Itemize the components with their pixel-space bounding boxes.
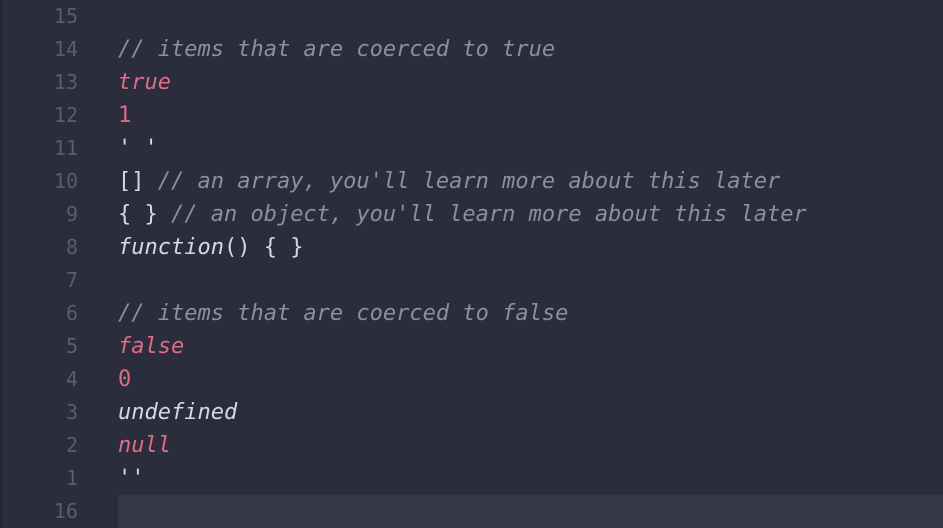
line-code[interactable]: '' (118, 462, 145, 495)
token-plain: () { } (223, 235, 304, 260)
line-code[interactable]: // items that are coerced to true (118, 33, 555, 66)
line-code[interactable]: [] // an array, you'll learn more about … (118, 165, 780, 198)
line-code[interactable]: undefined (118, 396, 237, 429)
line-number: 2 (65, 433, 78, 457)
line-number: 11 (53, 136, 78, 160)
token-str: ' ' (118, 136, 158, 161)
code-line[interactable]: 8 function() { } (0, 231, 943, 264)
token-plain: [] (118, 169, 158, 194)
line-number: 15 (53, 4, 78, 28)
line-code[interactable]: ' ' (118, 132, 158, 165)
line-code[interactable]: true (118, 66, 171, 99)
token-plain: { } (118, 202, 171, 227)
token-keyword: true (118, 70, 171, 95)
code-line[interactable]: 12 1 (0, 99, 943, 132)
token-comment: // items that are coerced to true (118, 37, 556, 62)
code-line[interactable]: 15 (0, 0, 943, 33)
line-code[interactable]: function() { } (118, 231, 303, 264)
line-code[interactable]: 1 (118, 99, 131, 132)
token-comment: // an object, you'll learn more about th… (170, 202, 807, 227)
code-line[interactable]: 11 ' ' (0, 132, 943, 165)
line-number: 6 (65, 301, 78, 325)
line-code[interactable]: 0 (118, 363, 131, 396)
token-number: 0 (118, 367, 132, 392)
code-line[interactable]: 14 // items that are coerced to true (0, 33, 943, 66)
code-line[interactable]: 5 false (0, 330, 943, 363)
code-line[interactable]: 7 (0, 264, 943, 297)
token-ident: undefined (118, 400, 238, 425)
line-number: 3 (65, 400, 78, 424)
code-line[interactable]: 2 null (0, 429, 943, 462)
token-keyword: null (118, 433, 171, 458)
code-line[interactable]: 1 '' (0, 462, 943, 495)
line-number: 8 (65, 235, 78, 259)
line-number: 10 (53, 169, 78, 193)
line-number: 5 (65, 334, 78, 358)
code-line[interactable]: 40 (0, 363, 943, 396)
line-number: 14 (53, 37, 78, 61)
token-comment: // an array, you'll learn more about thi… (157, 169, 781, 194)
token-keyword: false (118, 334, 185, 359)
code-line[interactable]: 3 undefined (0, 396, 943, 429)
line-code[interactable]: false (118, 330, 184, 363)
line-number: 1 (65, 466, 78, 490)
line-number: 4 (65, 367, 78, 391)
code-line[interactable]: 10 [] // an array, you'll learn more abou… (0, 165, 943, 198)
code-line[interactable]: 9 { } // an object, you'll learn more abo… (0, 198, 943, 231)
code-line[interactable]: 6 // items that are coerced to false (0, 297, 943, 330)
token-ident: function (118, 235, 224, 260)
line-code[interactable]: // items that are coerced to false (118, 297, 568, 330)
token-str: '' (118, 466, 145, 491)
line-code[interactable]: null (118, 429, 171, 462)
line-code[interactable]: { } // an object, you'll learn more abou… (118, 198, 807, 231)
code-editor[interactable]: 15 14// items that are coerced to true 13 t… (0, 0, 943, 528)
code-line[interactable]: 13 true (0, 66, 943, 99)
line-number: 9 (65, 202, 78, 226)
line-number: 13 (53, 70, 78, 94)
line-number: 16 (53, 499, 78, 523)
token-number: 1 (118, 103, 132, 128)
line-number: 12 (53, 103, 78, 127)
token-comment: // items that are coerced to false (118, 301, 569, 326)
line-number: 7 (65, 268, 78, 292)
code-line[interactable]: 16 (0, 495, 943, 528)
